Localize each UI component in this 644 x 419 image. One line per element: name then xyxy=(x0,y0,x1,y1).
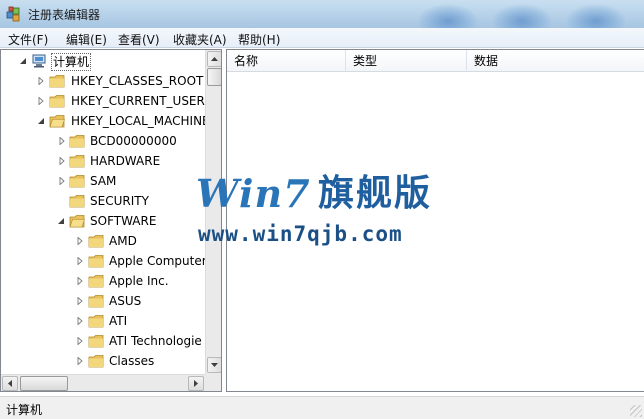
scroll-right-button[interactable] xyxy=(188,376,204,391)
tree-horizontal-scrollbar[interactable] xyxy=(1,374,205,391)
arrow-up-icon xyxy=(211,57,218,61)
tree-item-asus[interactable]: ASUS xyxy=(1,291,205,311)
arrow-right-icon xyxy=(194,380,198,387)
registry-tree[interactable]: 计算机 HKEY_CLASSES_ROOT HKEY_CURRENT_USER … xyxy=(0,49,222,392)
arrow-down-icon xyxy=(211,363,218,367)
tree-item-label: Apple Inc. xyxy=(109,274,169,288)
tree-item-ati[interactable]: ATI xyxy=(1,311,205,331)
tree-item-label: AMD xyxy=(109,234,137,248)
expand-arrow-icon[interactable] xyxy=(77,357,83,365)
scroll-down-button[interactable] xyxy=(207,357,221,373)
tree-item-label: ATI xyxy=(109,314,128,328)
folder-icon xyxy=(88,355,104,368)
tree-item-hardware[interactable]: HARDWARE xyxy=(1,151,205,171)
tree-root-label: 计算机 xyxy=(51,53,92,71)
tree-item-hklm[interactable]: HKEY_LOCAL_MACHINE xyxy=(1,111,210,131)
folder-icon xyxy=(69,175,85,188)
expand-arrow-icon[interactable] xyxy=(77,277,83,285)
tree-item-amd[interactable]: AMD xyxy=(1,231,205,251)
scrollbar-corner xyxy=(205,374,221,391)
column-header-name[interactable]: 名称 xyxy=(227,50,346,72)
computer-icon xyxy=(32,54,46,68)
folder-icon xyxy=(88,295,104,308)
folder-icon xyxy=(69,155,85,168)
title-bar[interactable]: 注册表编辑器 xyxy=(0,0,644,38)
tree-item-label: ATI Technologie xyxy=(109,334,202,348)
tree-item-label: SOFTWARE xyxy=(90,214,157,228)
collapse-arrow-icon[interactable] xyxy=(19,57,27,65)
tree-root[interactable]: 计算机 xyxy=(1,51,205,71)
menu-view[interactable]: 查看(V) xyxy=(118,31,160,48)
menu-bar: 文件(F) 编辑(E) 查看(V) 收藏夹(A) 帮助(H) xyxy=(0,28,644,48)
expand-arrow-icon[interactable] xyxy=(59,157,65,165)
tree-item-label: SECURITY xyxy=(90,194,149,208)
expand-arrow-icon[interactable] xyxy=(59,137,65,145)
window-title: 注册表编辑器 xyxy=(28,8,101,22)
tree-item-classes[interactable]: Classes xyxy=(1,351,205,371)
tree-item-label: HARDWARE xyxy=(90,154,161,168)
resize-grip-icon[interactable] xyxy=(630,405,642,417)
tree-item-label: ASUS xyxy=(109,294,142,308)
tree-item-label: HKEY_LOCAL_MACHINE xyxy=(71,114,210,128)
tree-item-label: BCD00000000 xyxy=(90,134,177,148)
tree-item-apple-computer[interactable]: Apple Computer xyxy=(1,251,207,271)
folder-icon xyxy=(69,195,85,208)
tree-item-label: HKEY_CURRENT_USER xyxy=(71,94,205,108)
tree-item-label: Apple Computer xyxy=(109,254,207,268)
scroll-left-button[interactable] xyxy=(2,376,18,391)
folder-open-icon xyxy=(69,215,85,228)
folder-icon xyxy=(49,95,65,108)
scroll-up-button[interactable] xyxy=(207,51,221,67)
tree-item-hkcu[interactable]: HKEY_CURRENT_USER xyxy=(1,91,205,111)
expand-arrow-icon[interactable] xyxy=(38,77,44,85)
scroll-thumb[interactable] xyxy=(207,68,221,86)
expand-arrow-icon[interactable] xyxy=(38,97,44,105)
expand-arrow-icon[interactable] xyxy=(77,237,83,245)
tree-item-security[interactable]: SECURITY xyxy=(1,191,205,211)
tree-item-label: SAM xyxy=(90,174,117,188)
expand-arrow-icon[interactable] xyxy=(77,337,83,345)
menu-favorites[interactable]: 收藏夹(A) xyxy=(173,31,227,48)
folder-icon xyxy=(88,275,104,288)
menu-edit[interactable]: 编辑(E) xyxy=(66,31,107,48)
folder-icon xyxy=(69,135,85,148)
expand-arrow-icon[interactable] xyxy=(77,317,83,325)
tree-item-ati-technologies[interactable]: ATI Technologie xyxy=(1,331,205,351)
tree-item-sam[interactable]: SAM xyxy=(1,171,205,191)
folder-icon xyxy=(49,75,65,88)
collapse-arrow-icon[interactable] xyxy=(37,117,45,125)
values-list[interactable]: 名称 类型 数据 xyxy=(226,49,644,392)
regedit-icon xyxy=(6,6,20,22)
status-path: 计算机 xyxy=(6,403,43,417)
column-header-type[interactable]: 类型 xyxy=(346,50,467,72)
menu-file[interactable]: 文件(F) xyxy=(8,31,48,48)
scroll-thumb[interactable] xyxy=(20,376,68,391)
tree-item-bcd[interactable]: BCD00000000 xyxy=(1,131,205,151)
tree-item-apple-inc[interactable]: Apple Inc. xyxy=(1,271,205,291)
folder-icon xyxy=(88,335,104,348)
column-header-data[interactable]: 数据 xyxy=(467,50,644,72)
tree-item-software[interactable]: SOFTWARE xyxy=(1,211,205,231)
expand-arrow-icon[interactable] xyxy=(59,177,65,185)
tree-item-label: HKEY_CLASSES_ROOT xyxy=(71,74,204,88)
folder-open-icon xyxy=(49,115,65,128)
status-bar: 计算机 xyxy=(0,396,644,419)
tree-item-label: Classes xyxy=(109,354,155,368)
folder-icon xyxy=(88,255,104,268)
expand-arrow-icon[interactable] xyxy=(77,257,83,265)
expand-arrow-icon[interactable] xyxy=(77,297,83,305)
arrow-left-icon xyxy=(8,380,12,387)
collapse-arrow-icon[interactable] xyxy=(57,217,65,225)
tree-vertical-scrollbar[interactable] xyxy=(205,50,221,374)
menu-help[interactable]: 帮助(H) xyxy=(238,31,280,48)
folder-icon xyxy=(88,235,104,248)
tree-item-hkcr[interactable]: HKEY_CLASSES_ROOT xyxy=(1,71,205,91)
folder-icon xyxy=(88,315,104,328)
